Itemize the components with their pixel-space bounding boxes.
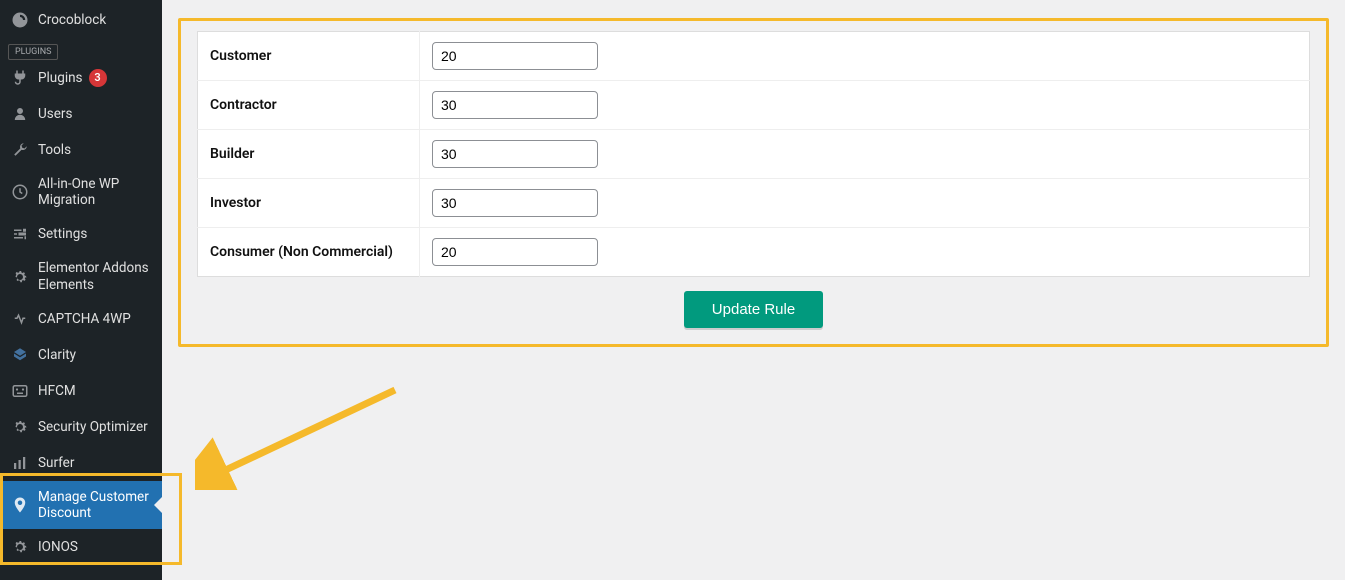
code-icon xyxy=(10,381,30,401)
migration-icon xyxy=(10,182,30,202)
shield-icon xyxy=(10,417,30,437)
rule-label: Builder xyxy=(198,130,420,179)
sidebar-label: Security Optimizer xyxy=(38,419,148,435)
sidebar-item-manage-discount[interactable]: Manage Customer Discount xyxy=(0,481,162,529)
sidebar-label: Manage Customer Discount xyxy=(38,489,152,521)
admin-sidebar: Crocoblock PLUGINS Plugins 3 Users Tools… xyxy=(0,0,162,580)
rule-row: Customer xyxy=(198,32,1310,81)
users-icon xyxy=(10,104,30,124)
main-content: Customer Contractor Builder Investor Con… xyxy=(162,0,1345,580)
sidebar-label: Elementor Addons Elements xyxy=(38,260,152,292)
crocoblock-icon xyxy=(10,10,30,30)
sidebar-label: Plugins xyxy=(38,70,83,86)
sidebar-section-plugins: PLUGINS xyxy=(8,44,58,60)
rule-label: Customer xyxy=(198,32,420,81)
sidebar-item-users[interactable]: Users xyxy=(0,96,162,132)
sidebar-item-migration[interactable]: All-in-One WP Migration xyxy=(0,168,162,216)
sidebar-item-elementor-addons[interactable]: Elementor Addons Elements xyxy=(0,252,162,300)
sidebar-label: Users xyxy=(38,106,72,122)
rule-value-input[interactable] xyxy=(432,238,598,266)
sidebar-item-tools[interactable]: Tools xyxy=(0,132,162,168)
rule-row: Investor xyxy=(198,179,1310,228)
sidebar-label: Settings xyxy=(38,226,87,242)
sidebar-label: Surfer xyxy=(38,455,74,471)
sidebar-item-settings[interactable]: Settings xyxy=(0,216,162,252)
rule-label: Investor xyxy=(198,179,420,228)
clarity-icon xyxy=(10,345,30,365)
plugin-update-badge: 3 xyxy=(89,69,107,87)
sidebar-item-ionos[interactable]: IONOS xyxy=(0,529,162,565)
chart-icon xyxy=(10,453,30,473)
sidebar-label: CAPTCHA 4WP xyxy=(38,311,131,327)
rule-row: Consumer (Non Commercial) xyxy=(198,228,1310,277)
ionos-icon xyxy=(10,537,30,557)
sidebar-item-hfcm[interactable]: HFCM xyxy=(0,373,162,409)
sidebar-label: All-in-One WP Migration xyxy=(38,176,152,208)
highlight-box: Customer Contractor Builder Investor Con… xyxy=(178,18,1329,347)
sidebar-item-security[interactable]: Security Optimizer xyxy=(0,409,162,445)
sidebar-label: Tools xyxy=(38,142,71,158)
gear-icon xyxy=(10,267,30,287)
discount-icon xyxy=(10,495,30,515)
update-rule-button[interactable]: Update Rule xyxy=(684,291,823,328)
rule-value-input[interactable] xyxy=(432,91,598,119)
discount-rules-table: Customer Contractor Builder Investor Con… xyxy=(197,31,1310,277)
sidebar-label: Clarity xyxy=(38,347,76,363)
sidebar-item-crocoblock[interactable]: Crocoblock xyxy=(0,2,162,38)
rule-label: Consumer (Non Commercial) xyxy=(198,228,420,277)
sidebar-label: Crocoblock xyxy=(38,12,106,28)
sidebar-label: HFCM xyxy=(38,383,76,399)
rule-value-input[interactable] xyxy=(432,189,598,217)
rule-row: Contractor xyxy=(198,81,1310,130)
sliders-icon xyxy=(10,224,30,244)
sidebar-label: IONOS xyxy=(38,539,78,555)
sidebar-item-captcha[interactable]: CAPTCHA 4WP xyxy=(0,301,162,337)
plug-icon xyxy=(10,68,30,88)
sidebar-item-clarity[interactable]: Clarity xyxy=(0,337,162,373)
rule-label: Contractor xyxy=(198,81,420,130)
wrench-icon xyxy=(10,140,30,160)
sidebar-item-surfer[interactable]: Surfer xyxy=(0,445,162,481)
rule-value-input[interactable] xyxy=(432,140,598,168)
sidebar-item-plugins[interactable]: Plugins 3 xyxy=(0,60,162,96)
captcha-icon xyxy=(10,309,30,329)
rule-row: Builder xyxy=(198,130,1310,179)
rule-value-input[interactable] xyxy=(432,42,598,70)
